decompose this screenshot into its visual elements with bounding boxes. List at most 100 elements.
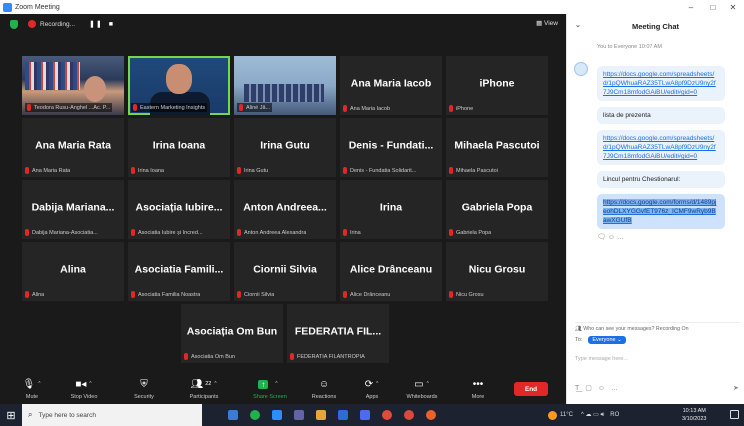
participant-label: FEDERATIA FILANTROPIA [290,353,365,360]
mic-muted-icon [239,104,243,111]
security-button[interactable]: ⛨ Security [118,377,170,401]
participant-tile[interactable]: iPhone iPhone [446,56,548,115]
participant-label-text: FEDERATIA FILANTROPIA [297,353,365,360]
whiteboards-label: Whiteboards [406,394,438,400]
participant-tile[interactable]: Asociația Om Bun Asociatia Om Bun [181,304,283,363]
windows-start-icon[interactable]: ⊞ [0,404,22,426]
participant-tile[interactable]: FEDERATIA FIL... FEDERATIA FILANTROPIA [287,304,389,363]
taskbar-search[interactable]: ⌕ Type here to search [22,404,202,426]
participant-tile[interactable]: Irina Irina [340,180,442,239]
chat-title: Meeting Chat [631,21,680,31]
taskbar-apps [222,404,442,426]
chat-message-input[interactable]: Type message here... [575,356,628,362]
tray-icons[interactable]: ^ ☁ ▭ 🔊︎ [581,411,604,419]
pause-recording-button[interactable]: ❚❚ [89,20,103,28]
emoji-icon[interactable]: ☺ [598,385,605,392]
participant-tile[interactable]: Asociatia Famili... Asociatia Familia Noa… [128,242,230,301]
participant-name: Alina [60,263,86,276]
participant-tile[interactable]: Eastern Marketing Insights [128,56,230,115]
format-text-icon[interactable]: T͟ [575,385,579,392]
taskbar-app-icon[interactable] [266,404,288,426]
participant-tile[interactable]: Aliné Jă... [234,56,336,115]
more-dots-icon: ••• [472,378,484,390]
chevron-down-icon[interactable]: ⌄ [575,21,581,29]
language-indicator[interactable]: RO [610,412,619,418]
mic-muted-icon [133,104,137,111]
participant-tile[interactable]: Denis - Fundati... Denis - Fundatia Solid… [340,118,442,177]
stop-recording-button[interactable]: ■ [109,21,114,28]
participant-name: Asociația Om Bun [186,325,278,338]
participant-tile[interactable]: Alina Alina [22,242,124,301]
participant-face [166,64,192,94]
meeting-area: Recording... ❚❚ ■ ▦ View Teodora Rusu-An… [0,14,566,404]
participant-tile[interactable]: Teodora Rusu-Anghel ...Ac. P... [22,56,124,115]
participant-name: Asociația Iubire... [135,201,223,214]
participant-label: Ana Maria Rata [25,167,70,174]
minimize-button[interactable]: – [680,0,702,14]
participant-label-text: Irina Gutu [244,167,269,174]
participant-tile[interactable]: Ana Maria Iacob Ana Maria Iacob [340,56,442,115]
share-screen-button[interactable]: ↑ ⌃ Share Screen [244,377,296,400]
file-icon[interactable]: ▢ [585,385,592,392]
reactions-button[interactable]: ☺ Reactions [298,377,350,401]
taskbar-app-icon[interactable] [354,404,376,426]
taskbar-app-icon[interactable] [288,404,310,426]
participant-label-text: Eastern Marketing Insights [140,104,206,111]
participant-label: Teodora Rusu-Anghel ...Ac. P... [25,103,113,112]
message-actions[interactable]: 🗨︎ ☺ … [597,233,725,241]
participant-label: Irina [343,229,361,236]
participant-tile[interactable]: Dabija Mariana... Dabija Mariana-Asociati… [22,180,124,239]
people-icon: 👥︎ [575,326,584,332]
taskbar-app-icon[interactable] [376,404,398,426]
participant-label-text: Ciornii Silvia [244,291,275,298]
participant-tile[interactable]: Nicu Grosu Nicu Grosu [446,242,548,301]
participant-label: Eastern Marketing Insights [131,103,208,112]
taskbar-clock[interactable]: 10:13 AM 3/10/2023 [682,407,706,423]
taskbar-app-icon[interactable] [420,404,442,426]
participant-tile[interactable]: Irina Ioana Irina Ioana [128,118,230,177]
participant-tile[interactable]: Asociația Iubire... Asociatia Iubire și Î… [128,180,230,239]
participants-button[interactable]: 👥︎ 22 ⌃ Participants [178,377,230,401]
send-icon[interactable]: ➤ [733,384,739,392]
participant-tile[interactable]: Alice Drânceanu Alice Drânceanu [340,242,442,301]
stop-video-button[interactable]: ■◂ ⌃ Stop Video [58,377,110,401]
chat-message-text: Lincul pentru Chestionarul: [603,176,681,183]
mic-muted-icon [25,291,29,298]
taskbar-app-icon[interactable] [398,404,420,426]
taskbar-app-icon[interactable] [222,404,244,426]
taskbar-app-icon[interactable] [332,404,354,426]
taskbar-app-icon[interactable] [310,404,332,426]
end-meeting-button[interactable]: End [514,382,548,396]
close-button[interactable]: ✕ [722,0,744,14]
chat-message-link[interactable]: https://docs.google.com/spreadsheets/d/1… [597,66,725,101]
participant-tile[interactable]: Mihaela Pascutoi Mihaela Pascutoi [446,118,548,177]
weather-temperature[interactable]: 11°C [560,412,573,418]
whiteboards-button[interactable]: ▭ ⌃ Whiteboards [396,377,448,401]
participant-name: Asociatia Famili... [134,263,224,276]
chat-message-link[interactable]: https://docs.google.com/forms/d/1489pjeo… [597,194,725,229]
view-button[interactable]: ▦ View [536,19,558,27]
apps-button[interactable]: ⟳ ⌃ Apps [346,377,398,401]
encryption-shield-icon[interactable] [10,19,18,29]
chat-message-meta: You to Everyone 10:07 AM [597,44,662,50]
participant-label-text: Dabija Mariana-Asociatia... [32,229,98,236]
maximize-button[interactable]: □ [702,0,724,14]
more-button[interactable]: ••• More [452,377,504,401]
recipient-dropdown[interactable]: Everyone ⌄ [588,336,626,344]
participant-label-text: Alice Drânceanu [350,291,391,298]
mute-button[interactable]: 🎙︎ ⌃ Mute [6,377,58,401]
avatar [574,62,588,76]
who-can-see-notice[interactable]: 👥︎ Who can see your messages? Recording … [575,322,740,332]
taskbar-app-icon[interactable] [244,404,266,426]
participant-name: Mihaela Pascutoi [454,139,540,152]
participant-label: Alina [25,291,44,298]
participant-tile[interactable]: Anton Andreea... Anton Andreea Alexandra [234,180,336,239]
participant-tile[interactable]: Gabriela Popa Gabriela Popa [446,180,548,239]
participant-tile[interactable]: Ana Maria Rata Ana Maria Rata [22,118,124,177]
chat-message-link[interactable]: https://docs.google.com/spreadsheets/d/1… [597,130,725,165]
participant-tile[interactable]: Irina Gutu Irina Gutu [234,118,336,177]
participant-tile[interactable]: Ciornii Silvia Ciornii Silvia [234,242,336,301]
mic-muted-icon [449,167,453,174]
more-options-icon[interactable]: … [611,385,618,392]
notification-icon[interactable] [730,410,739,419]
